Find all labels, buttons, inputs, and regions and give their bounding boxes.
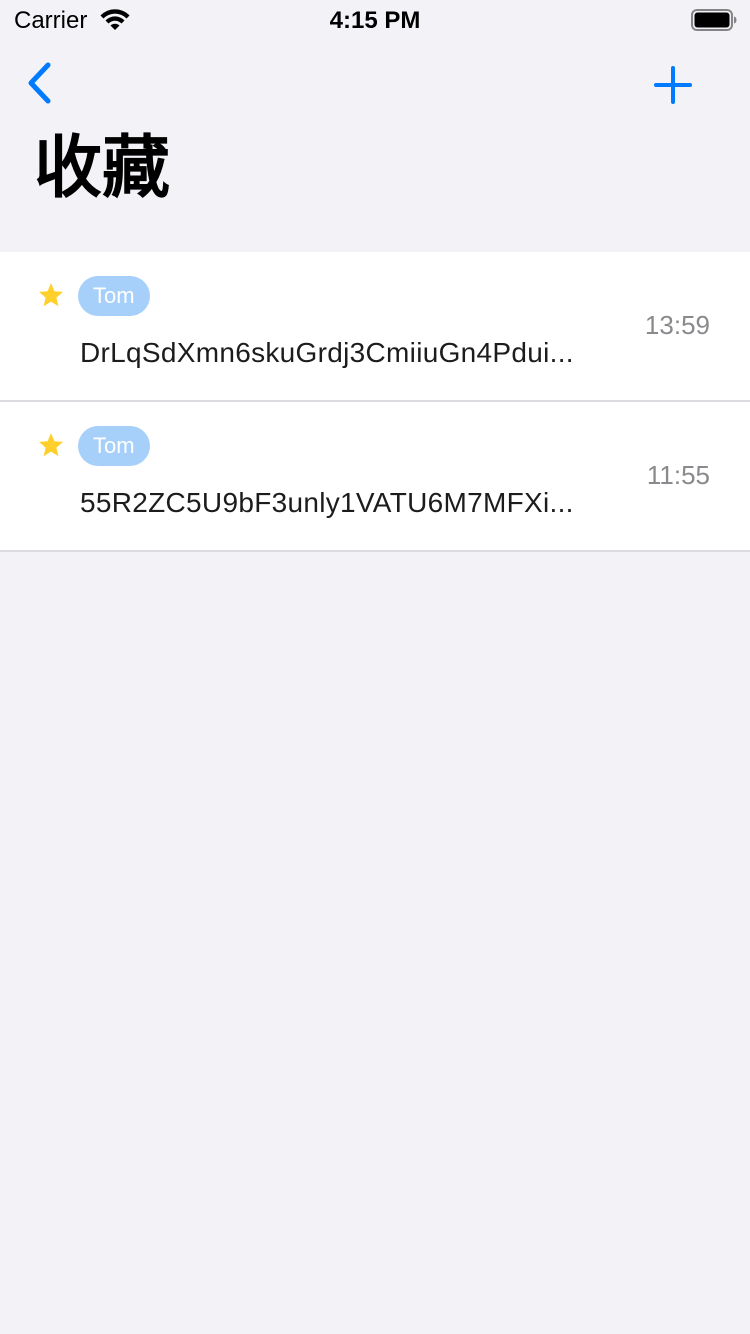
- battery-icon: [691, 9, 737, 31]
- star-icon: [39, 283, 63, 307]
- status-time: 4:15 PM: [329, 7, 421, 34]
- star-icon: [39, 433, 63, 457]
- list-item[interactable]: Tom DrLqSdXmn6skuGrdj3CmiiuGn4Pdui... 13…: [0, 252, 750, 402]
- chevron-left-icon: [28, 62, 51, 104]
- message-preview: DrLqSdXmn6skuGrdj3CmiiuGn4Pdui...: [80, 337, 574, 368]
- sender-tag: Tom: [78, 276, 150, 316]
- sender-tag: Tom: [78, 426, 150, 466]
- status-bar: Carrier 4:15 PM: [0, 0, 750, 40]
- add-button[interactable]: [650, 62, 696, 108]
- message-time: 13:59: [644, 310, 710, 340]
- list-item[interactable]: Tom 55R2ZC5U9bF3unly1VATU6M7MFXi... 11:5…: [0, 402, 750, 552]
- favorites-list: Tom DrLqSdXmn6skuGrdj3CmiiuGn4Pdui... 13…: [0, 252, 750, 552]
- favorites-screen: Carrier 4:15 PM 收藏 Tom DrLqSdXmn6skuGrdj…: [0, 0, 750, 1334]
- message-time: 11:55: [646, 460, 710, 490]
- plus-icon: [654, 66, 692, 104]
- back-button[interactable]: [22, 60, 58, 106]
- message-preview: 55R2ZC5U9bF3unly1VATU6M7MFXi...: [80, 487, 574, 518]
- row-divider: [0, 550, 750, 552]
- page-title: 收藏: [34, 130, 171, 206]
